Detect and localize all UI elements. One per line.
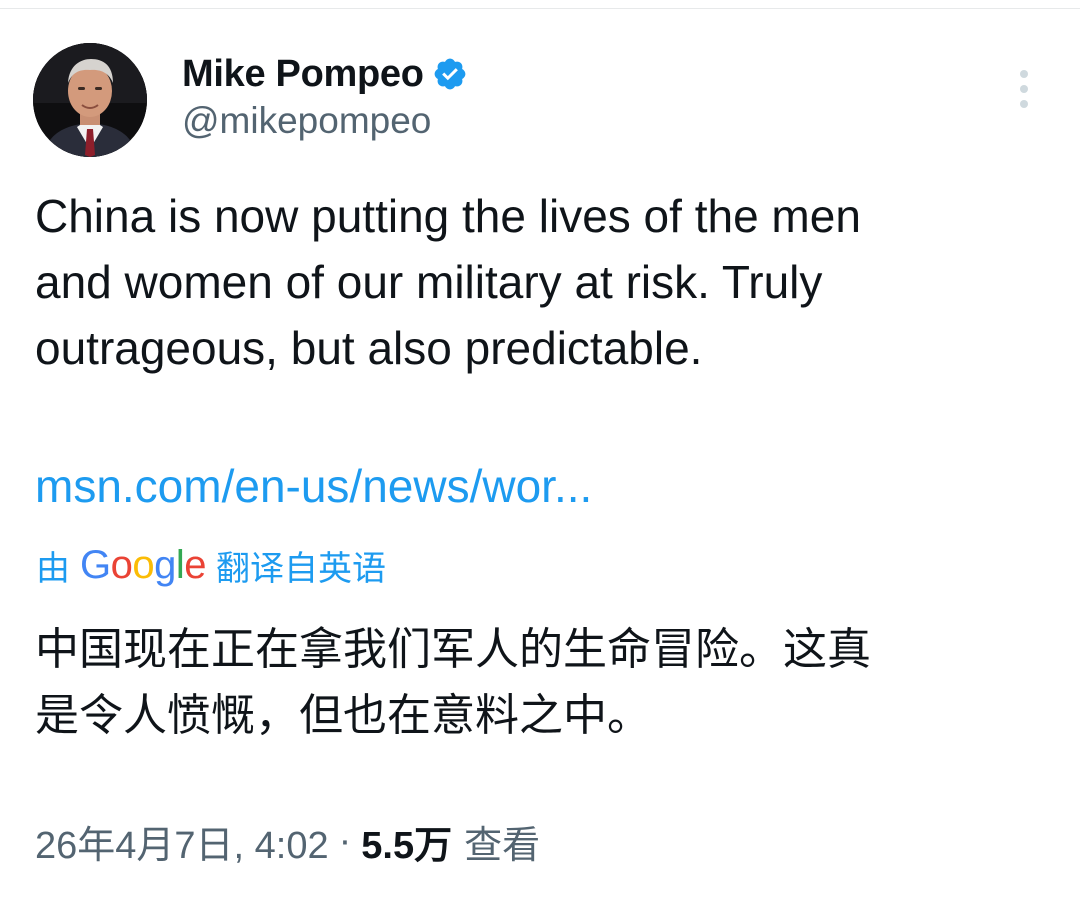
more-vertical-icon	[1020, 70, 1028, 108]
author-name-row[interactable]: Mike Pompeo	[182, 50, 468, 98]
google-logo-letter: g	[154, 542, 176, 587]
verified-badge-icon[interactable]	[432, 56, 468, 92]
translation-prefix: 由	[36, 548, 70, 589]
google-logo-letter: G	[80, 542, 111, 587]
avatar-image	[33, 43, 147, 157]
translation-attribution[interactable]: 由 Google 翻译自英语	[36, 540, 386, 590]
google-logo-letter: e	[184, 542, 207, 587]
tweet-text: China is now putting the lives of the me…	[35, 190, 861, 374]
google-logo-letter: l	[175, 542, 185, 587]
avatar[interactable]	[33, 43, 147, 157]
views-count: 5.5万	[361, 824, 453, 867]
google-logo-letter: o	[110, 542, 133, 587]
tweet-timestamp[interactable]: 26年4月7日, 4:02	[35, 814, 329, 869]
google-logo-letter: o	[132, 542, 155, 587]
more-options-button[interactable]	[1006, 68, 1042, 110]
tweet-meta: 26年4月7日, 4:02 · 5.5万 查看	[35, 815, 540, 867]
meta-separator: ·	[338, 819, 352, 862]
tweet-link[interactable]: msn.com/en-us/news/wor...	[35, 453, 592, 519]
tweet-card: Mike Pompeo @mikepompeo China is now put…	[0, 0, 1080, 901]
translation-suffix: 翻译自英语	[216, 548, 387, 589]
google-logo: Google	[80, 542, 207, 588]
translated-tweet-text: 中国现在正在拿我们军人的生命冒险。这真 是令人愤慨，但也在意料之中。	[35, 624, 871, 741]
author-display-name[interactable]: Mike Pompeo	[182, 53, 424, 96]
author-handle[interactable]: @mikepompeo	[182, 100, 431, 142]
views-label[interactable]: 查看	[464, 814, 540, 869]
